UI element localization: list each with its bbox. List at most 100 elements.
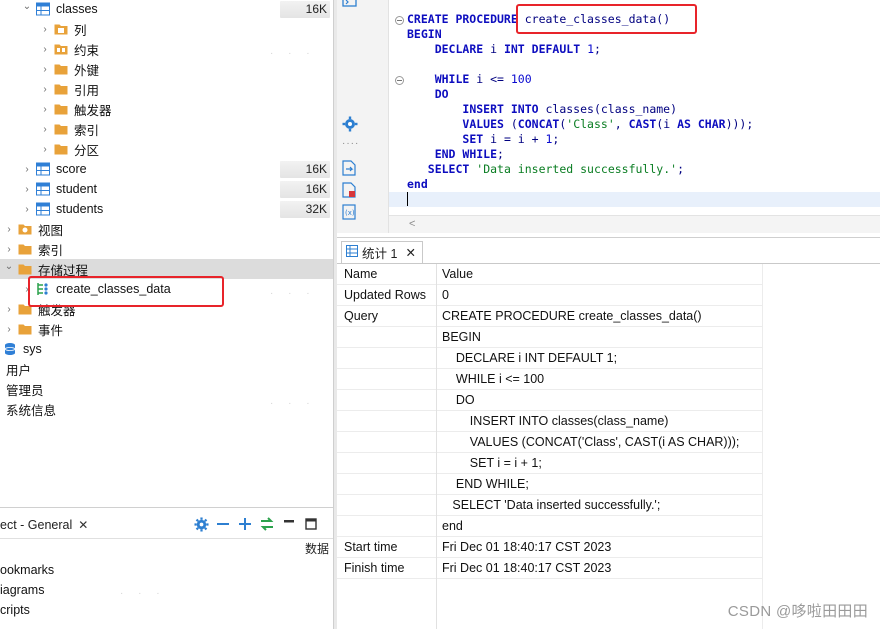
grid-cell-value: end bbox=[442, 519, 463, 533]
tree-item-label: 视图 bbox=[38, 223, 64, 238]
grid-row[interactable]: Updated Rows 0 bbox=[337, 285, 762, 306]
fold-toggle-icon[interactable] bbox=[395, 76, 404, 85]
chevron-right-icon[interactable]: › bbox=[22, 164, 32, 175]
variables-icon[interactable]: (x) bbox=[342, 204, 358, 220]
chevron-right-icon[interactable]: › bbox=[40, 64, 50, 75]
chevron-right-icon[interactable]: › bbox=[40, 124, 50, 135]
chevron-right-icon[interactable]: › bbox=[4, 304, 14, 315]
tree-item[interactable]: › 索引 bbox=[0, 119, 333, 139]
chevron-right-icon[interactable]: › bbox=[40, 84, 50, 95]
decoration: · · · bbox=[270, 398, 316, 409]
tree-item[interactable]: › 事件 bbox=[0, 319, 333, 339]
code-area[interactable]: CREATE PROCEDURE create_classes_data() B… bbox=[389, 0, 880, 215]
scroll-left-icon[interactable]: < bbox=[409, 218, 415, 230]
gear-icon[interactable] bbox=[193, 516, 209, 532]
table-icon bbox=[36, 182, 50, 196]
folder-icon bbox=[54, 122, 68, 136]
database-icon bbox=[3, 342, 17, 356]
chevron-right-icon[interactable]: › bbox=[22, 284, 32, 295]
grid-cell-value: END WHILE; bbox=[442, 477, 529, 491]
chevron-right-icon[interactable]: › bbox=[40, 104, 50, 115]
code-line-11: SELECT 'Data inserted successfully.'; bbox=[427, 162, 684, 176]
decoration: · · · bbox=[270, 288, 316, 299]
chevron-right-icon[interactable]: › bbox=[40, 44, 50, 55]
grid-row[interactable]: Query CREATE PROCEDURE create_classes_dat… bbox=[337, 306, 762, 327]
grid-row[interactable]: SELECT 'Data inserted successfully.'; bbox=[337, 495, 762, 516]
tree-item[interactable]: › 分区 bbox=[0, 139, 333, 159]
tree-item[interactable]: › 视图 bbox=[0, 219, 333, 239]
results-panel: 统计 1 ✕ Name Value Updated Rows 0 Query CREA… bbox=[337, 237, 880, 629]
tree-item-label: 用户 bbox=[6, 363, 32, 378]
chevron-down-icon[interactable]: ⌄ bbox=[22, 1, 32, 12]
grid-row[interactable]: end bbox=[337, 516, 762, 537]
grid-row[interactable]: DO bbox=[337, 390, 762, 411]
grid-cell-name: Updated Rows bbox=[344, 288, 426, 302]
tree-item[interactable]: sys bbox=[0, 339, 333, 359]
close-icon[interactable]: ✕ bbox=[405, 245, 415, 260]
chevron-right-icon[interactable]: › bbox=[4, 324, 14, 335]
code-line-12: end bbox=[407, 177, 428, 191]
tree-item[interactable]: › students 32K bbox=[0, 199, 333, 219]
tree-item[interactable]: › 触发器 bbox=[0, 299, 333, 319]
folder-icon bbox=[18, 322, 32, 336]
chevron-right-icon[interactable]: › bbox=[22, 184, 32, 195]
project-item-diagrams[interactable]: iagrams bbox=[0, 583, 44, 597]
close-icon[interactable]: ✕ bbox=[78, 518, 88, 532]
grid-row[interactable]: VALUES (CONCAT('Class', CAST(i AS CHAR))… bbox=[337, 432, 762, 453]
grid-row[interactable]: INSERT INTO classes(class_name) bbox=[337, 411, 762, 432]
grid-row[interactable]: Start time Fri Dec 01 18:40:17 CST 2023 bbox=[337, 537, 762, 558]
editor-horizontal-scrollbar[interactable]: < bbox=[389, 215, 880, 233]
grid-cell-value: Fri Dec 01 18:40:17 CST 2023 bbox=[442, 540, 612, 554]
minimize-icon[interactable] bbox=[281, 516, 297, 532]
execute-settings-icon[interactable] bbox=[342, 116, 358, 132]
grid-row[interactable]: BEGIN bbox=[337, 327, 762, 348]
table-size-badge: 16K bbox=[280, 160, 330, 178]
results-tab[interactable]: 统计 1 ✕ bbox=[341, 241, 423, 263]
chevron-right-icon[interactable]: › bbox=[40, 24, 50, 35]
tree-item-label: 引用 bbox=[74, 83, 100, 98]
tree-item[interactable]: › 索引 bbox=[0, 239, 333, 259]
tree-item[interactable]: ⌄ 存储过程 bbox=[0, 259, 333, 279]
expand-icon[interactable] bbox=[237, 516, 253, 532]
tree-item-label: 分区 bbox=[74, 143, 100, 158]
editor-gutter: ···· (x) bbox=[337, 0, 389, 233]
tree-item[interactable]: › 外键 bbox=[0, 59, 333, 79]
chevron-right-icon[interactable]: › bbox=[4, 224, 14, 235]
folder-icon bbox=[54, 82, 68, 96]
script-icon[interactable] bbox=[342, 0, 358, 12]
maximize-icon[interactable] bbox=[303, 516, 319, 532]
export-icon[interactable] bbox=[342, 160, 358, 176]
tree-item[interactable]: › student 16K bbox=[0, 179, 333, 199]
grid-row[interactable]: Finish time Fri Dec 01 18:40:17 CST 2023 bbox=[337, 558, 762, 579]
chevron-right-icon[interactable]: › bbox=[4, 244, 14, 255]
project-item-bookmarks[interactable]: ookmarks bbox=[0, 563, 54, 577]
table-size-badge: 16K bbox=[280, 180, 330, 198]
tree-item[interactable]: › 列 bbox=[0, 19, 333, 39]
text-caret bbox=[407, 192, 408, 206]
project-item-scripts[interactable]: cripts bbox=[0, 603, 30, 617]
chevron-right-icon[interactable]: › bbox=[22, 204, 32, 215]
columns-folder-icon bbox=[54, 22, 68, 36]
tree-item[interactable]: 管理员 bbox=[0, 379, 333, 399]
tree-item[interactable]: › 引用 bbox=[0, 79, 333, 99]
grid-row[interactable]: WHILE i <= 100 bbox=[337, 369, 762, 390]
grid-row[interactable]: DECLARE i INT DEFAULT 1; bbox=[337, 348, 762, 369]
grid-row[interactable]: SET i = i + 1; bbox=[337, 453, 762, 474]
save-file-icon[interactable] bbox=[342, 182, 358, 198]
chevron-right-icon[interactable]: › bbox=[40, 144, 50, 155]
project-tab[interactable]: ect - General ✕ bbox=[0, 515, 88, 535]
tree-item[interactable]: ⌄ classes 16K bbox=[0, 0, 333, 19]
tree-item-label: score bbox=[56, 162, 87, 176]
more-icon[interactable]: ···· bbox=[342, 138, 358, 154]
collapse-icon[interactable] bbox=[215, 516, 231, 532]
table-size-badge: 16K bbox=[280, 0, 330, 18]
grid-row[interactable]: END WHILE; bbox=[337, 474, 762, 495]
tree-item[interactable]: › 触发器 bbox=[0, 99, 333, 119]
fold-toggle-icon[interactable] bbox=[395, 16, 404, 25]
tree-item[interactable]: 用户 bbox=[0, 359, 333, 379]
tree-item[interactable]: › score 16K bbox=[0, 159, 333, 179]
folder-icon bbox=[18, 262, 32, 276]
chevron-down-icon[interactable]: ⌄ bbox=[4, 261, 14, 272]
grid-cell-name: Query bbox=[344, 309, 379, 323]
link-sync-icon[interactable] bbox=[259, 516, 275, 532]
